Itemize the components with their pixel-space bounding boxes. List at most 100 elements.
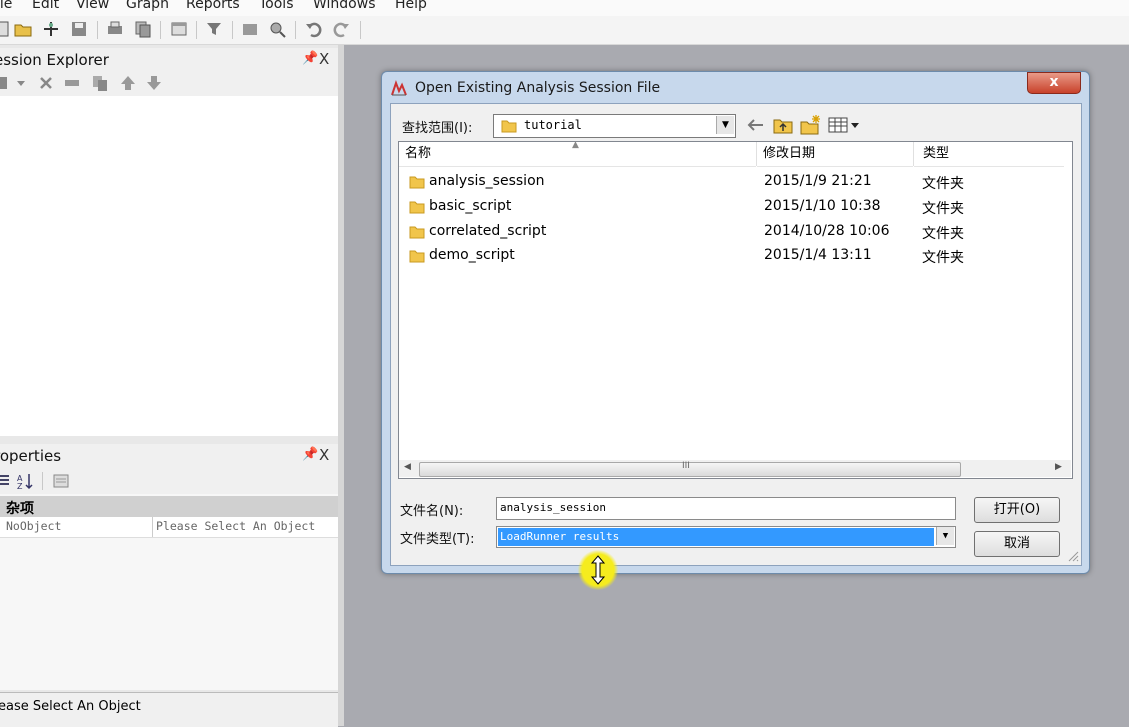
property-row[interactable]: NoObject Please Select An Object xyxy=(0,517,338,538)
file-modified: 2015/1/10 10:38 xyxy=(764,198,881,214)
menu-help[interactable]: Help xyxy=(395,0,427,12)
scroll-right-icon[interactable]: ▶ xyxy=(1055,462,1062,472)
file-name-input[interactable]: analysis_session xyxy=(496,497,956,520)
file-name-value: analysis_session xyxy=(500,501,606,514)
sort-az-icon[interactable]: AZ xyxy=(16,472,34,490)
dock-splitter[interactable] xyxy=(338,45,344,726)
property-category-label: 杂项 xyxy=(6,501,34,517)
folder-icon xyxy=(501,120,517,133)
resize-cursor-icon xyxy=(591,555,605,585)
column-name-label: 名称 xyxy=(405,146,432,161)
file-row[interactable]: correlated_script 2014/10/28 10:06 文件夹 xyxy=(399,219,1071,243)
dialog-close-button[interactable]: x xyxy=(1027,72,1081,94)
session-explorer-header: ession Explorer 📌 X xyxy=(0,48,338,72)
session-explorer-tree[interactable] xyxy=(0,96,338,436)
property-name: NoObject xyxy=(6,519,62,533)
arrow-down-icon[interactable] xyxy=(145,74,163,92)
menu-reports[interactable]: Reports xyxy=(186,0,240,12)
status-text: ease Select An Object xyxy=(0,699,141,714)
look-in-dropdown[interactable]: tutorial ▼ xyxy=(493,114,736,138)
file-modified: 2014/10/28 10:06 xyxy=(764,223,890,239)
svg-text:Z: Z xyxy=(17,482,23,490)
close-icon[interactable]: X xyxy=(319,50,329,68)
folder-icon xyxy=(409,176,425,189)
toolbar-separator xyxy=(295,21,296,39)
merge-graph-icon[interactable] xyxy=(241,20,259,38)
toolbar-separator xyxy=(97,21,98,39)
menu-view[interactable]: View xyxy=(76,0,109,12)
column-header-modified[interactable]: 修改日期 xyxy=(757,142,913,167)
file-type: 文件夹 xyxy=(922,176,964,192)
menu-bar: ile Edit View Graph Reports Tools Window… xyxy=(0,0,1129,16)
file-name: demo_script xyxy=(429,247,515,263)
main-toolbar xyxy=(0,16,1129,45)
status-bar: ease Select An Object xyxy=(0,692,338,727)
file-row[interactable]: analysis_session 2015/1/9 21:21 文件夹 xyxy=(399,169,1071,193)
property-pages-icon[interactable] xyxy=(52,472,70,490)
print-icon[interactable] xyxy=(106,20,124,38)
new-item-icon[interactable] xyxy=(0,74,10,92)
up-folder-icon[interactable] xyxy=(773,115,793,135)
menu-tools[interactable]: Tools xyxy=(259,0,294,12)
filter-icon[interactable] xyxy=(205,20,223,38)
redo-icon[interactable] xyxy=(332,20,350,38)
open-button[interactable]: 打开(O) xyxy=(974,497,1060,523)
window-icon[interactable] xyxy=(170,20,188,38)
new-session-icon[interactable] xyxy=(0,20,12,38)
session-explorer-toolbar xyxy=(0,70,338,96)
property-category-row[interactable]: 杂项 xyxy=(0,496,338,517)
back-arrow-icon[interactable] xyxy=(747,116,765,134)
file-type-select[interactable]: LoadRunner results ▼ xyxy=(496,526,956,548)
scrollbar-thumb[interactable]: III xyxy=(419,461,961,477)
file-name: analysis_session xyxy=(429,173,545,189)
zoom-icon[interactable] xyxy=(268,20,286,38)
look-in-label: 查找范围(I): xyxy=(402,121,473,136)
copy-icon[interactable] xyxy=(134,20,152,38)
menu-graph[interactable]: Graph xyxy=(126,0,169,12)
duplicate-icon[interactable] xyxy=(91,74,109,92)
pin-icon[interactable]: 📌 xyxy=(302,51,318,66)
open-session-dialog: Open Existing Analysis Session File x 查找… xyxy=(381,71,1090,574)
chevron-down-icon[interactable]: ▼ xyxy=(716,116,734,134)
sort-ascending-icon: ▲ xyxy=(572,140,579,150)
delete-icon[interactable] xyxy=(37,74,55,92)
file-row[interactable]: demo_script 2015/1/4 13:11 文件夹 xyxy=(399,243,1071,267)
session-explorer-title: ession Explorer xyxy=(0,51,109,69)
rename-icon[interactable] xyxy=(63,74,81,92)
save-icon[interactable] xyxy=(70,20,88,38)
dialog-client: 查找范围(I): tutorial ▼ 名称 ▲ 修改日期 类型 analysi… xyxy=(390,103,1082,566)
cursor-highlight xyxy=(577,550,619,590)
arrow-up-icon[interactable] xyxy=(119,74,137,92)
menu-edit[interactable]: Edit xyxy=(32,0,59,12)
properties-grid: 杂项 NoObject Please Select An Object xyxy=(0,494,338,690)
folder-icon xyxy=(409,226,425,239)
file-row[interactable]: basic_script 2015/1/10 10:38 文件夹 xyxy=(399,194,1071,218)
resize-grip-icon[interactable] xyxy=(1067,550,1079,562)
pin-icon[interactable]: 📌 xyxy=(302,447,318,462)
file-type: 文件夹 xyxy=(922,201,964,217)
column-header-type[interactable]: 类型 xyxy=(914,142,1064,167)
folder-icon xyxy=(409,250,425,263)
properties-toolbar: AZ xyxy=(0,468,338,494)
undo-icon[interactable] xyxy=(305,20,323,38)
horizontal-scrollbar[interactable]: ◀ III ▶ xyxy=(399,460,1071,477)
scroll-left-icon[interactable]: ◀ xyxy=(404,462,411,472)
categorized-icon[interactable] xyxy=(0,472,12,490)
file-name: correlated_script xyxy=(429,223,547,239)
new-folder-icon[interactable] xyxy=(800,114,822,136)
chevron-down-icon[interactable] xyxy=(12,74,30,92)
folder-icon xyxy=(409,201,425,214)
menu-file[interactable]: ile xyxy=(0,0,12,12)
close-icon[interactable]: X xyxy=(319,446,329,464)
file-list[interactable]: 名称 ▲ 修改日期 类型 analysis_session 2015/1/9 2… xyxy=(398,140,1073,479)
view-menu-icon[interactable] xyxy=(828,116,862,134)
chevron-down-icon[interactable]: ▼ xyxy=(936,527,954,545)
open-folder-icon[interactable] xyxy=(14,20,32,38)
add-graph-icon[interactable] xyxy=(42,20,60,38)
file-type-label: 文件类型(T): xyxy=(400,532,475,547)
property-value: Please Select An Object xyxy=(156,519,316,533)
menu-windows[interactable]: Windows xyxy=(313,0,376,12)
file-type: 文件夹 xyxy=(922,250,964,266)
cancel-button[interactable]: 取消 xyxy=(974,531,1060,557)
column-header-name[interactable]: 名称 ▲ xyxy=(399,140,756,167)
